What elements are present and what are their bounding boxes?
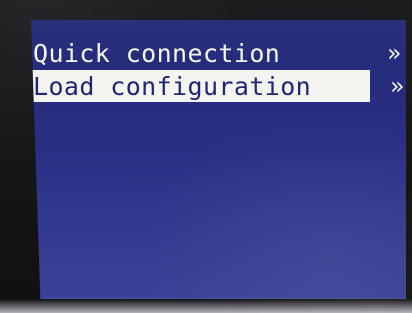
menu-item-quick-connection[interactable]: Quick connection » [31, 37, 406, 69]
menu-item-label: Load configuration [33, 71, 312, 101]
device-bezel: Quick connection » Load configuration » [0, 0, 412, 313]
menu-item-load-configuration[interactable]: Load configuration » [31, 70, 404, 102]
device-photo: Quick connection » Load configuration » [0, 0, 412, 313]
chevron-double-right-icon: » [389, 72, 404, 100]
photo-bottom-reflection [0, 299, 412, 313]
chevron-double-right-icon: » [386, 39, 401, 67]
menu-item-label: Quick connection [33, 38, 281, 68]
lcd-screen: Quick connection » Load configuration » [31, 20, 406, 299]
main-menu: Quick connection » Load configuration » [31, 37, 406, 102]
